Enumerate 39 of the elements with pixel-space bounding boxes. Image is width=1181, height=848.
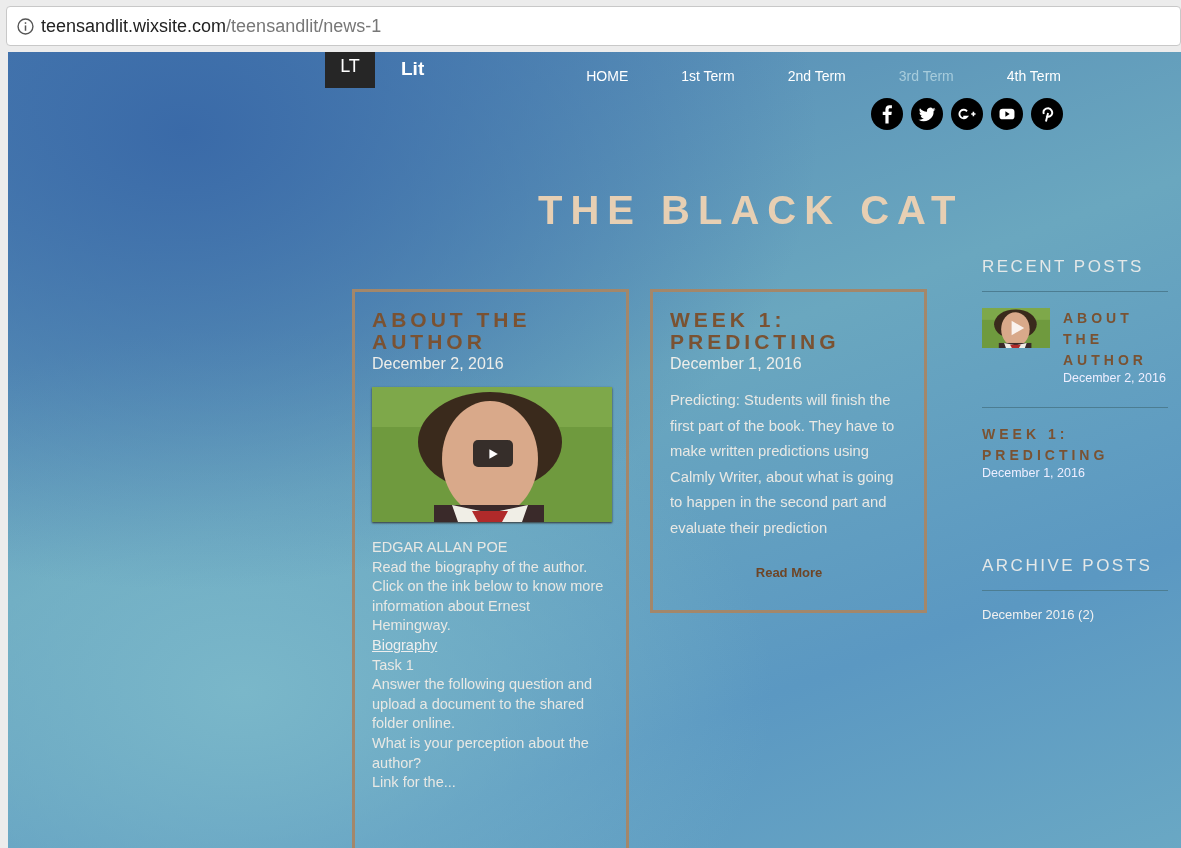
- recent-post-date: December 1, 2016: [982, 466, 1086, 480]
- recent-post-date: December 2, 2016: [1063, 371, 1167, 385]
- url-host: teensandlit.wixsite.com: [41, 15, 227, 37]
- post-text: Read the biography of the author. Click on the ink below to know more information about Ernest Hemingway.: [372, 557, 605, 636]
- archive-link[interactable]: December 2016 (2): [982, 607, 1094, 622]
- play-icon[interactable]: [990, 98, 1023, 130]
- address-bar[interactable]: teensandlit.wixsite.com/teensandlit/news-1: [6, 6, 1181, 46]
- nav-link[interactable]: 2nd Term: [787, 68, 846, 84]
- nav-link[interactable]: 4th Term: [1006, 68, 1061, 84]
- biography-link[interactable]: Biography: [372, 635, 438, 656]
- pin-icon[interactable]: [1030, 98, 1063, 130]
- post-text: Task 1: [372, 655, 415, 675]
- post-date: December 1, 2016: [670, 355, 803, 373]
- recent-posts-heading: RECENT POSTS: [982, 257, 1168, 292]
- site-name[interactable]: Lit: [401, 58, 425, 80]
- play-button[interactable]: [473, 440, 513, 467]
- url-path: /teensandlit/news-1: [226, 15, 382, 37]
- nav-link[interactable]: 3rd Term: [898, 68, 954, 84]
- post-title[interactable]: ABOUT THE AUTHOR: [372, 309, 610, 353]
- post-date: December 2, 2016: [372, 355, 505, 373]
- post-text: Answer the following question and upload a document to the shared folder online.: [372, 675, 594, 734]
- site-logo[interactable]: LT: [325, 52, 375, 88]
- nav-link[interactable]: HOME: [586, 68, 629, 84]
- archive-posts-heading: ARCHIVE POSTS: [982, 556, 1168, 591]
- post-text: EDGAR ALLAN POE: [372, 538, 509, 557]
- post-text: What is your perception about the author?: [372, 733, 590, 773]
- google-plus-icon[interactable]: [950, 98, 983, 130]
- nav-link[interactable]: 1st Term: [681, 68, 735, 84]
- bird-icon[interactable]: [910, 98, 943, 130]
- play-icon[interactable]: [487, 447, 499, 460]
- page-title: THE BLACK CAT: [537, 188, 965, 233]
- facebook-icon[interactable]: [870, 98, 903, 130]
- recent-post-title[interactable]: WEEK 1: PREDICTING: [982, 424, 1168, 466]
- post-text: Link for the...: [372, 773, 457, 793]
- recent-post-title[interactable]: ABOUT THE AUTHOR: [1063, 308, 1168, 371]
- read-more-link[interactable]: Read More: [755, 565, 823, 580]
- post-title[interactable]: WEEK 1: PREDICTING: [670, 309, 908, 353]
- info-icon[interactable]: [17, 17, 34, 35]
- post-excerpt: Predicting: Students will finish the first part of the book. They have to make written predictions using Calmly Writer, about what is going to happen in the second part and evaluate their prediction: [670, 391, 896, 538]
